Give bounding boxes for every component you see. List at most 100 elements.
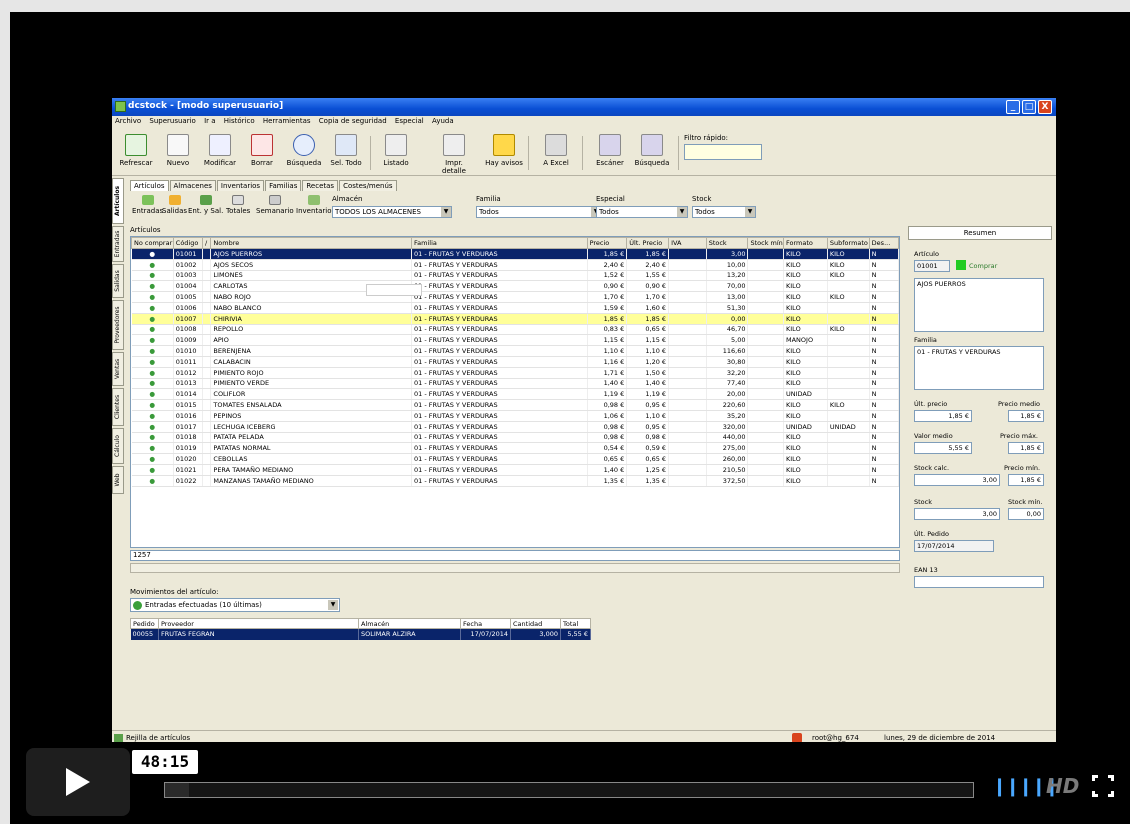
escaner-button[interactable]: Escáner <box>590 134 630 167</box>
col-proveedor[interactable]: Proveedor <box>158 618 359 629</box>
col-fecha[interactable]: Fecha <box>460 618 511 629</box>
sel-todo-button[interactable]: Sel. Todo <box>326 134 366 167</box>
tab-familias[interactable]: Familias <box>265 180 302 191</box>
stock-select[interactable]: Todos ▼ <box>692 206 756 218</box>
table-row[interactable]: ● 01013 PIMIENTO VERDE 01 - FRUTAS Y VERDUR… <box>131 378 900 390</box>
play-button[interactable] <box>26 748 130 816</box>
summary-header[interactable]: Resumen <box>908 226 1052 240</box>
listado-button[interactable]: Listado <box>376 134 416 167</box>
tab-costes-menus[interactable]: Costes/menús <box>339 180 397 191</box>
col-stock-min[interactable]: Stock mín. <box>747 237 784 249</box>
col-precio[interactable]: Precio <box>586 237 628 249</box>
semanario-button[interactable]: Semanario <box>256 195 294 215</box>
menu-superusuario[interactable]: Superusuario <box>146 116 198 126</box>
almacen-select[interactable]: TODOS LOS ALMACENES ▼ <box>332 206 452 218</box>
table-row[interactable]: ● 01014 COLIFLOR 01 - FRUTAS Y VERDURAS 1,19… <box>131 388 900 401</box>
col-codigo[interactable]: Código <box>172 237 204 249</box>
tab-inventarios[interactable]: Inventarios <box>216 180 265 191</box>
especial-select[interactable]: Todos ▼ <box>596 206 688 218</box>
busqueda-button[interactable]: Búsqueda <box>284 134 324 167</box>
table-row[interactable]: ● 01001 AJOS PUERROS 01 - FRUTAS Y VERDURAS… <box>131 248 900 260</box>
table-row[interactable]: ● 01011 CALABACIN 01 - FRUTAS Y VERDURAS 1,1… <box>131 356 900 368</box>
table-row[interactable]: ● 01007 CHIRIVIA 01 - FRUTAS Y VERDURAS 1,85… <box>131 313 900 325</box>
col-cantidad[interactable]: Cantidad <box>510 618 561 629</box>
horizontal-scrollbar[interactable] <box>130 563 900 573</box>
table-row[interactable]: ● 01016 PEPINOS 01 - FRUTAS Y VERDURAS 1,06 … <box>131 410 900 422</box>
movement-row[interactable]: 00055 FRUTAS FEGRAN SOLIMAR ALZIRA 17/07… <box>130 628 591 640</box>
minimize-button[interactable]: _ <box>1006 100 1020 114</box>
tab-recetas[interactable]: Recetas <box>302 180 339 191</box>
table-row[interactable]: ● 01004 CARLOTAS 01 - FRUTAS Y VERDURAS 0,90… <box>131 280 900 293</box>
vtab-articulos[interactable]: Artículos <box>112 178 124 224</box>
table-row[interactable]: ● 01022 MANZANAS TAMAÑO MEDIANO 01 - FRUTAS… <box>131 475 900 487</box>
col-stock[interactable]: Stock <box>705 237 749 249</box>
col-des[interactable]: Des... <box>868 237 900 249</box>
table-row[interactable]: ● 01018 PATATA PELADA 01 - FRUTAS Y VERDURA… <box>131 432 900 444</box>
ent-sal-button[interactable]: Ent. y Sal. <box>188 195 223 215</box>
tab-almacenes[interactable]: Almacenes <box>169 180 216 191</box>
vtab-proveedores[interactable]: Proveedores <box>112 300 124 350</box>
table-row[interactable]: ● 01021 PERA TAMAÑO MEDIANO 01 - FRUTAS Y V… <box>131 464 900 476</box>
vtab-clientes[interactable]: Clientes <box>112 388 124 426</box>
busqueda-scan-button[interactable]: Búsqueda <box>632 134 672 167</box>
vtab-web[interactable]: Web <box>112 466 124 494</box>
table-row[interactable]: ● 01009 APIO 01 - FRUTAS Y VERDURAS 1,15 €1,… <box>131 334 900 347</box>
cell-min <box>747 324 784 336</box>
cell-sub: KILO <box>827 324 870 336</box>
close-button[interactable]: X <box>1038 100 1052 114</box>
movements-select[interactable]: Entradas efectuadas (10 últimas) ▼ <box>130 598 340 612</box>
table-row[interactable]: ● 01015 TOMATES ENSALADA 01 - FRUTAS Y VERD… <box>131 399 900 411</box>
progress-bar[interactable] <box>164 782 974 798</box>
a-excel-button[interactable]: A Excel <box>536 134 576 167</box>
table-row[interactable]: ● 01010 BERENJENA 01 - FRUTAS Y VERDURAS 1,1… <box>131 345 900 357</box>
impr-detalle-button[interactable]: Impr. detalle <box>434 134 474 175</box>
col-no-comprar[interactable]: No comprar <box>131 237 174 249</box>
modificar-button[interactable]: Modificar <box>200 134 240 167</box>
vtab-calculo[interactable]: Cálculo <box>112 428 124 464</box>
vtab-salidas[interactable]: Salidas <box>112 264 124 298</box>
col-total[interactable]: Total <box>560 618 591 629</box>
table-row[interactable]: ● 01020 CEBOLLAS 01 - FRUTAS Y VERDURAS 0,65… <box>131 453 900 465</box>
familia-select[interactable]: Todos▼ <box>476 206 602 218</box>
menu-archivo[interactable]: Archivo <box>112 116 144 126</box>
table-row[interactable]: ● 01012 PIMIENTO ROJO 01 - FRUTAS Y VERDURA… <box>131 367 900 379</box>
menu-ir-a[interactable]: Ir a <box>201 116 218 126</box>
table-row[interactable]: ● 01005 NABO ROJO 01 - FRUTAS Y VERDURAS 1,7… <box>131 291 900 303</box>
totales-button[interactable]: Totales <box>226 195 250 215</box>
col-almacen[interactable]: Almacén <box>358 618 461 629</box>
table-row[interactable]: ● 01019 PATATAS NORMAL 01 - FRUTAS Y VERDUR… <box>131 442 900 455</box>
tab-articulos[interactable]: Artículos <box>130 180 169 191</box>
hay-avisos-button[interactable]: Hay avisos <box>484 134 524 167</box>
borrar-button[interactable]: Borrar <box>242 134 282 167</box>
col-subformato[interactable]: Subformato <box>826 237 870 249</box>
table-row[interactable]: ● 01006 NABO BLANCO 01 - FRUTAS Y VERDURAS 1… <box>131 302 900 314</box>
menu-herramientas[interactable]: Herramientas <box>260 116 314 126</box>
entradas-button[interactable]: Entradas <box>132 195 163 215</box>
table-row[interactable]: ● 01008 REPOLLO 01 - FRUTAS Y VERDURAS 0,83 … <box>131 324 900 336</box>
maximize-button[interactable]: □ <box>1022 100 1036 114</box>
comprar-label[interactable]: Comprar <box>969 262 997 270</box>
col-familia[interactable]: Familia <box>411 237 588 249</box>
vtab-entradas[interactable]: Entradas <box>112 226 124 262</box>
menu-copia-seguridad[interactable]: Copia de seguridad <box>316 116 390 126</box>
col-ult-precio[interactable]: Últ. Precio <box>626 237 670 249</box>
menu-ayuda[interactable]: Ayuda <box>429 116 457 126</box>
nuevo-button[interactable]: Nuevo <box>158 134 198 167</box>
col-pedido[interactable]: Pedido <box>130 618 159 629</box>
hd-toggle[interactable]: HD <box>1046 774 1079 798</box>
fullscreen-icon[interactable] <box>1092 775 1114 797</box>
menu-historico[interactable]: Histórico <box>221 116 258 126</box>
salidas-button[interactable]: Salidas <box>162 195 187 215</box>
ean-value[interactable] <box>914 576 1044 588</box>
table-row[interactable]: ● 01017 LECHUGA ICEBERG 01 - FRUTAS Y VERDU… <box>131 421 900 433</box>
col-formato[interactable]: Formato <box>783 237 828 249</box>
col-nombre[interactable]: Nombre <box>210 237 413 249</box>
refrescar-button[interactable]: Refrescar <box>116 134 156 167</box>
table-row[interactable]: ● 01002 AJOS SECOS 01 - FRUTAS Y VERDURAS 2,… <box>131 259 900 271</box>
vtab-ventas[interactable]: Ventas <box>112 352 124 386</box>
quick-filter-input[interactable] <box>684 144 762 160</box>
menu-especial[interactable]: Especial <box>392 116 427 126</box>
table-row[interactable]: ● 01003 LIMONES 01 - FRUTAS Y VERDURAS 1,52 … <box>131 270 900 282</box>
inventario-button[interactable]: Inventario <box>296 195 332 215</box>
col-iva[interactable]: IVA <box>668 237 707 249</box>
